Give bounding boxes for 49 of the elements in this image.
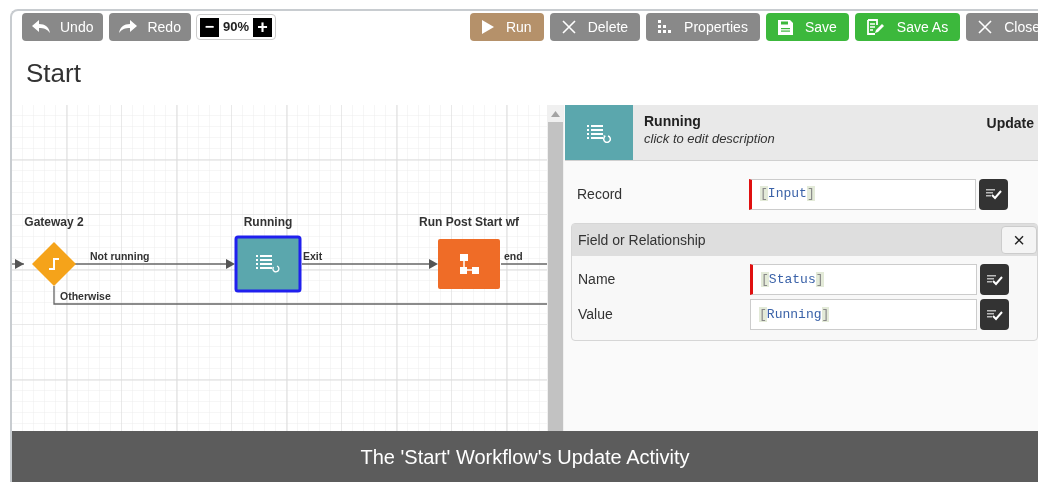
toolbar-button[interactable]: Delete <box>549 13 641 41</box>
workflow-node[interactable] <box>438 239 500 289</box>
zoom-out-button[interactable]: − <box>199 17 219 37</box>
activity-description[interactable]: click to edit description <box>644 130 987 148</box>
toolbar-button[interactable]: Save <box>765 13 849 41</box>
connector-label: end <box>504 250 523 262</box>
document-pencil-icon <box>866 19 885 35</box>
redo-arrow-icon <box>119 20 138 34</box>
picker-button[interactable] <box>979 178 1008 210</box>
toolbar-button[interactable]: Redo <box>109 13 191 41</box>
list-refresh-icon <box>587 122 611 143</box>
list-check-icon <box>986 308 1003 321</box>
picker-button[interactable] <box>980 264 1009 295</box>
workflow-title: Start <box>26 56 81 90</box>
properties-icon <box>658 20 673 34</box>
picker-button[interactable] <box>980 299 1009 330</box>
list-check-icon <box>986 273 1003 286</box>
input-field[interactable]: [Running] <box>750 299 977 330</box>
node-label: Running <box>243 215 293 229</box>
input-field[interactable]: [Status] <box>750 264 977 295</box>
toolbar-button[interactable]: Save As <box>854 13 961 41</box>
field-label: Record <box>577 184 624 204</box>
connector-arrow <box>12 259 25 269</box>
list-check-icon <box>985 188 1002 200</box>
toolbar-button[interactable]: Undo <box>22 13 104 41</box>
field-label: Value <box>578 305 614 324</box>
toolbar-button[interactable]: Run <box>469 13 544 41</box>
close-icon <box>561 20 576 34</box>
zoom-level: 90% <box>222 18 249 37</box>
node-label: Gateway 2 <box>24 215 84 229</box>
field-label: Name <box>578 270 617 289</box>
connector-label: Exit <box>303 250 323 262</box>
node-label: Run Post Start wf <box>419 215 519 229</box>
play-icon <box>481 20 494 34</box>
connector-label: Otherwise <box>60 290 111 302</box>
workflow-node[interactable] <box>32 242 76 286</box>
undo-arrow-icon <box>32 20 50 34</box>
activity-type: Update <box>986 114 1035 133</box>
section-title: Field or Relationship <box>578 230 706 250</box>
input-field[interactable]: [Input] <box>749 178 976 210</box>
close-button[interactable]: × <box>1001 226 1037 254</box>
zoom-in-button[interactable]: + <box>252 17 272 37</box>
workflow-node[interactable] <box>234 235 302 293</box>
caption-bar: The 'Start' Workflow's Update Activity <box>12 431 1038 482</box>
scrollbar-thumb[interactable] <box>548 122 563 431</box>
close-icon <box>978 20 993 34</box>
activity-name: Running <box>644 113 702 130</box>
connector-label: Not running <box>90 250 150 262</box>
toolbar-button[interactable]: Properties <box>646 13 760 41</box>
